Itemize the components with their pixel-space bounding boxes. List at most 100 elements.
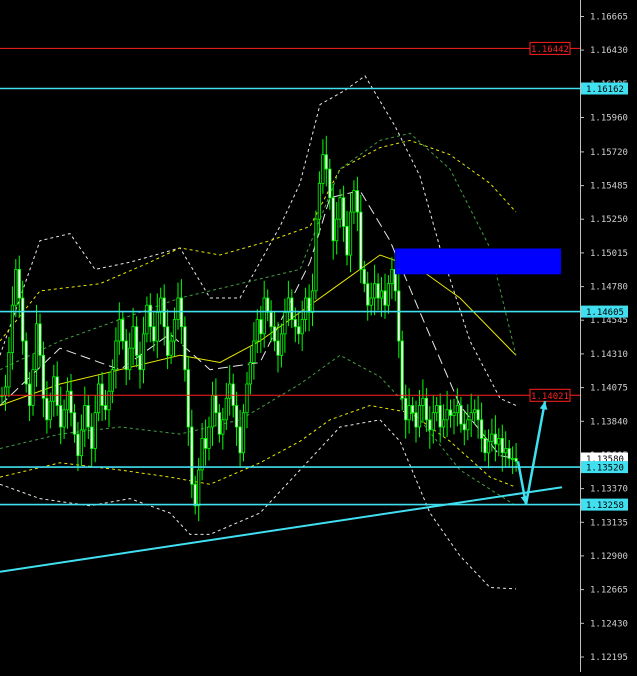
candle-body-77 (266, 297, 270, 313)
candle-body-65 (224, 397, 228, 421)
candle-body-39 (134, 326, 139, 356)
candle-body-46 (159, 297, 163, 313)
candle-body-13 (45, 397, 49, 421)
candle-body-122 (421, 397, 425, 406)
candle-body-88 (303, 297, 308, 320)
candle-body-25 (86, 405, 90, 428)
chart-background (0, 0, 637, 672)
candle-body-148 (510, 458, 515, 460)
candle-body-138 (476, 409, 480, 421)
candle-body-141 (486, 440, 491, 454)
candle-body-19 (65, 390, 70, 411)
level-tag-label-1: 1.16162 (586, 85, 624, 95)
candle-body-86 (297, 326, 301, 335)
level-box-label-3: 1.14021 (531, 392, 569, 402)
candle-body-40 (138, 354, 142, 370)
candle-body-108 (372, 283, 377, 299)
y-tick-label-16: 1.12900 (590, 552, 628, 562)
candle-body-112 (386, 283, 391, 306)
candle-body-94 (324, 154, 328, 170)
candle-body-80 (276, 340, 280, 356)
candle-body-27 (93, 412, 97, 449)
candle-body-132 (455, 405, 460, 414)
candle-body-109 (376, 283, 380, 299)
y-tick-label-1: 1.16430 (590, 46, 628, 56)
level-tag-label-2: 1.14605 (586, 308, 624, 318)
candle-body-127 (438, 405, 442, 428)
candle-body-103 (355, 190, 360, 213)
candle-body-21 (72, 412, 77, 435)
candle-body-81 (279, 333, 284, 356)
candle-body-106 (366, 283, 370, 306)
candle-body-15 (52, 376, 56, 402)
candle-body-107 (369, 297, 373, 306)
candle-body-4 (14, 268, 18, 306)
candle-body-137 (473, 409, 477, 414)
candle-body-35 (121, 319, 125, 342)
candle-body-9 (31, 369, 35, 406)
candle-body-135 (466, 419, 470, 431)
candle-body-96 (331, 197, 335, 242)
candle-body-67 (231, 383, 235, 406)
candle-body-128 (441, 419, 446, 428)
candle-body-68 (234, 405, 239, 428)
candle-body-143 (493, 433, 498, 445)
y-tick-label-11: 1.14075 (590, 384, 628, 394)
y-tick-label-17: 1.12665 (590, 586, 628, 596)
candle-body-99 (341, 197, 346, 227)
y-tick-label-0: 1.16665 (590, 13, 628, 23)
candle-body-85 (293, 319, 297, 328)
candle-body-42 (145, 304, 149, 335)
candle-body-8 (27, 383, 32, 406)
candle-body-149 (514, 458, 518, 462)
candle-body-20 (69, 390, 73, 414)
candle-body-84 (290, 297, 294, 320)
candle-body-37 (128, 347, 132, 371)
candle-body-140 (483, 437, 487, 454)
candle-body-55 (190, 426, 194, 485)
candle-body-101 (348, 211, 353, 256)
y-tick-label-3: 1.15960 (590, 114, 628, 124)
candle-body-57 (197, 469, 201, 507)
candle-body-75 (259, 319, 263, 335)
y-tick-label-6: 1.15250 (590, 215, 628, 225)
candle-body-125 (431, 412, 435, 431)
forex-chart: 1.164421.14021 1.166651.164301.161951.15… (0, 0, 637, 672)
candle-body-6 (21, 297, 25, 342)
candle-body-45 (155, 311, 159, 342)
candle-body-62 (214, 395, 218, 414)
candle-body-61 (210, 395, 215, 428)
candle-body-87 (300, 319, 304, 335)
candle-body-95 (328, 168, 332, 199)
candle-body-74 (255, 319, 259, 342)
candle-body-145 (500, 437, 504, 454)
candle-body-43 (148, 304, 152, 328)
candle-body-92 (317, 182, 322, 220)
candle-body-89 (307, 297, 311, 313)
y-tick-label-18: 1.12430 (590, 619, 628, 629)
y-tick-label-19: 1.12195 (590, 653, 628, 663)
candle-body-66 (228, 383, 232, 399)
candle-body-90 (310, 290, 315, 313)
candle-body-64 (221, 419, 225, 435)
candle-body-113 (390, 268, 394, 285)
candle-body-2 (7, 352, 11, 388)
candle-body-100 (345, 225, 349, 256)
candle-body-97 (335, 218, 339, 242)
level-tag-label-5: 1.13258 (586, 501, 624, 511)
candle-body-41 (141, 333, 146, 371)
candle-body-29 (100, 383, 104, 406)
candle-body-31 (107, 390, 111, 411)
candle-body-16 (55, 376, 59, 406)
candle-body-120 (414, 412, 418, 428)
candle-body-139 (479, 419, 484, 439)
candle-body-17 (59, 405, 63, 428)
candle-body-38 (131, 326, 135, 349)
candle-body-134 (462, 423, 466, 431)
candle-body-126 (435, 405, 439, 414)
candle-body-60 (207, 426, 211, 449)
candle-body-36 (124, 340, 128, 371)
candle-body-28 (97, 383, 101, 414)
chart-svg: 1.164421.14021 1.166651.164301.161951.15… (0, 0, 637, 672)
candle-body-104 (359, 211, 363, 270)
